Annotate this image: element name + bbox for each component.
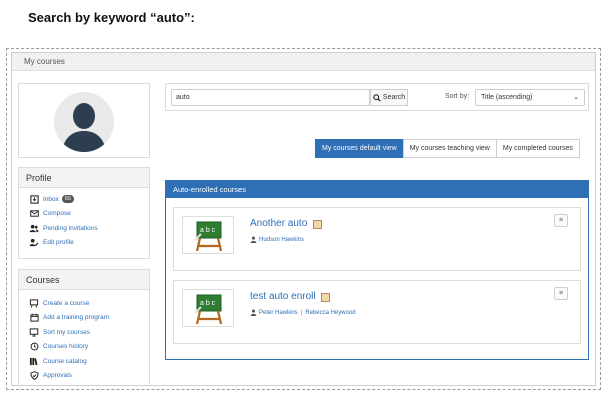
shield-check-icon [29,371,39,381]
chalkboard-icon: a b c [194,221,223,252]
course-thumbnail[interactable]: a b c [182,216,234,254]
profile-item-edit-profile[interactable]: Edit profile [29,236,149,251]
user-silhouette-icon [62,103,106,152]
auto-enrolled-title: Auto-enrolled courses [166,181,588,198]
view-completed-button[interactable]: My completed courses [495,139,580,158]
sort-selected-value: Title (ascending) [481,94,533,101]
courses-item-course-catalog[interactable]: Course catalog [29,354,149,369]
course-title-link[interactable]: Another auto [250,218,307,229]
edit-profile-label: Edit profile [43,239,74,247]
chevron-down-icon: ⌄ [573,94,579,101]
chalkboard-icon: a b c [194,294,223,325]
calendar-icon [29,313,39,323]
course-card: a b c test auto enroll Peter Hawkins | R… [173,280,581,344]
profile-item-pending-invitations[interactable]: Pending invitations [29,221,149,236]
search-bar: Search Sort by: Title (ascending) ⌄ [165,83,589,111]
course-menu-button[interactable]: ≡ [554,287,568,300]
search-input[interactable] [171,89,370,106]
courses-item-courses-history[interactable]: Courses history [29,340,149,355]
pending-invitations-label: Pending invitations [43,224,98,232]
books-icon [29,356,39,366]
search-button-label: Search [382,94,406,101]
monitor-icon [29,327,39,337]
svg-text:a b c: a b c [200,300,216,307]
compose-label: Compose [43,210,71,218]
page-container: My courses Profile Inbox 65 Compose Pend… [11,52,596,386]
breadcrumb-bar: My courses [12,53,595,71]
course-teachers: Hudson Hawkins [250,236,304,243]
inbox-count-badge: 65 [61,195,75,204]
view-teaching-button[interactable]: My courses teaching view [402,139,497,158]
board-icon [29,298,39,308]
search-button[interactable]: Search [370,89,408,106]
users-icon [29,223,39,233]
view-default-button[interactable]: My courses default view [315,139,404,158]
breadcrumb[interactable]: My courses [24,57,65,66]
history-icon [29,342,39,352]
course-teachers: Peter Hawkins | Rebecca Heywood [250,309,356,316]
profile-panel: Profile Inbox 65 Compose Pending invitat… [18,167,150,259]
teacher-separator: | [300,309,303,316]
teacher-icon [250,236,257,243]
course-status-icon [313,220,322,229]
user-edit-icon [29,238,39,248]
envelope-icon [29,209,39,219]
profile-item-inbox[interactable]: Inbox 65 [29,192,149,207]
menu-icon: ≡ [558,217,564,224]
course-catalog-label: Course catalog [43,357,87,365]
courses-item-sort-my-courses[interactable]: Sort my courses [29,325,149,340]
course-title-link[interactable]: test auto enroll [250,291,316,302]
sort-my-courses-label: Sort my courses [43,328,90,336]
create-course-label: Create a course [43,299,90,307]
courses-title: Courses [19,270,149,290]
courses-history-label: Courses history [43,343,89,351]
avatar-card [18,83,150,158]
course-menu-button[interactable]: ≡ [554,214,568,227]
course-thumbnail[interactable]: a b c [182,289,234,327]
courses-item-approvals[interactable]: Approvals [29,369,149,384]
inbox-icon [29,194,39,204]
teacher-link[interactable]: Peter Hawkins [259,310,298,316]
approvals-label: Approvals [43,372,72,380]
sort-label: Sort by: [445,93,470,100]
teacher-icon [250,309,257,316]
search-icon [373,93,381,102]
svg-text:a b c: a b c [200,227,216,234]
auto-enrolled-panel: Auto-enrolled courses a b c Another auto… [165,180,589,360]
add-training-program-label: Add a training program [43,314,110,322]
course-status-icon [321,293,330,302]
course-card: a b c Another auto Hudson Hawkins ≡ [173,207,581,271]
courses-item-create-course[interactable]: Create a course [29,296,149,311]
profile-item-compose[interactable]: Compose [29,207,149,222]
avatar[interactable] [54,92,114,152]
inbox-label: Inbox [43,195,59,203]
profile-title: Profile [19,168,149,188]
teacher-link[interactable]: Rebecca Heywood [305,310,355,316]
courses-panel: Courses Create a course Add a training p… [18,269,150,385]
teacher-link[interactable]: Hudson Hawkins [259,237,304,243]
view-switcher: My courses default view My courses teach… [315,139,580,158]
caption-title: Search by keyword “auto”: [28,10,195,25]
menu-icon: ≡ [558,290,564,297]
sort-select[interactable]: Title (ascending) ⌄ [475,89,585,106]
courses-item-add-training-program[interactable]: Add a training program [29,311,149,326]
